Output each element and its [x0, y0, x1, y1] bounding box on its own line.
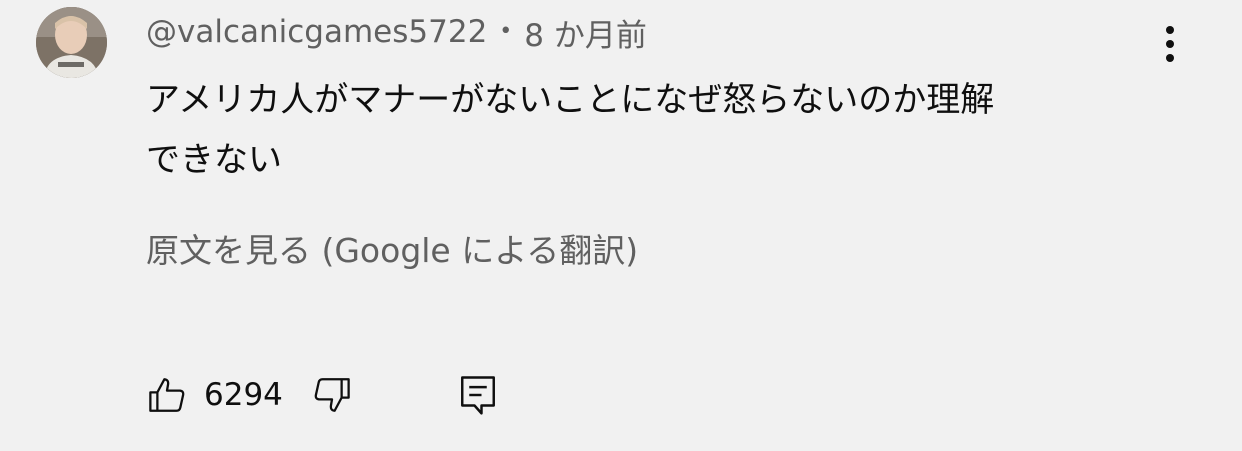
dislike-button[interactable]: [311, 374, 353, 416]
comment-text-line: できない: [146, 140, 282, 180]
thumbs-down-icon: [314, 378, 350, 412]
avatar-image: [36, 7, 107, 78]
more-vertical-icon: [1166, 26, 1174, 62]
author-name[interactable]: @valcanicgames5722: [146, 14, 487, 50]
comment-text: アメリカ人がマナーがないことになぜ怒らないのか理解 できない: [146, 70, 1146, 190]
comment-header: @valcanicgames5722 • 8 か月前: [146, 10, 647, 55]
see-original-link[interactable]: 原文を見る (Google による翻訳): [146, 229, 638, 273]
like-button[interactable]: [146, 374, 188, 416]
thumbs-up-icon: [149, 378, 185, 412]
comment-reply-icon: [460, 376, 495, 415]
comment-actions: 6294: [146, 370, 499, 420]
comment-text-line: アメリカ人がマナーがないことになぜ怒らないのか理解: [146, 80, 995, 120]
comment-thread: @valcanicgames5722 • 8 か月前 アメリカ人がマナーがないこ…: [0, 0, 1242, 451]
timestamp[interactable]: 8 か月前: [524, 10, 647, 55]
avatar[interactable]: [36, 7, 107, 78]
separator-dot: •: [499, 19, 513, 44]
action-menu-button[interactable]: [1150, 20, 1190, 68]
like-count: 6294: [204, 377, 283, 413]
reply-button[interactable]: [457, 373, 499, 417]
